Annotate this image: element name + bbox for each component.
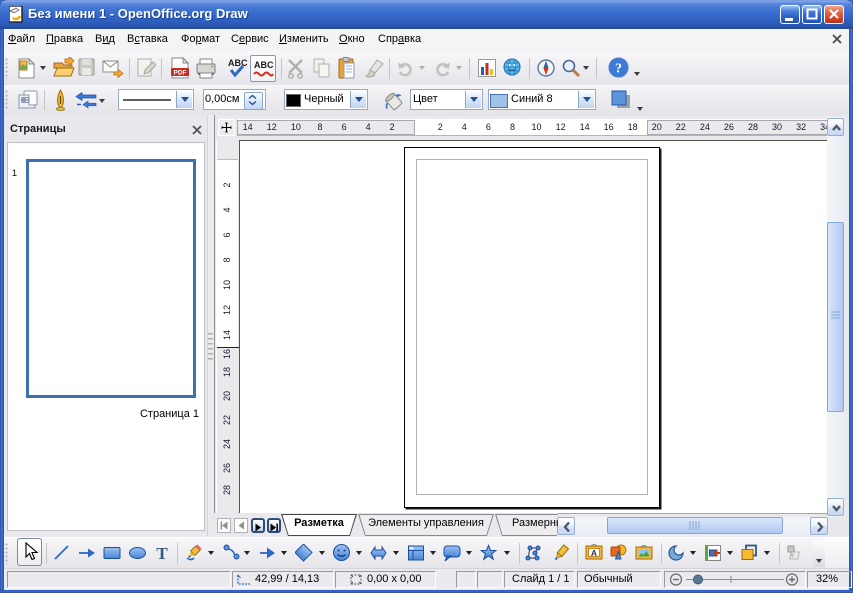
svg-text:T: T [156, 544, 168, 562]
svg-text:ABC: ABC [228, 58, 248, 68]
svg-text:ABC: ABC [254, 60, 274, 70]
svg-text:?: ? [615, 62, 622, 77]
svg-text:PDF: PDF [174, 70, 187, 77]
svg-text:A: A [591, 548, 597, 558]
